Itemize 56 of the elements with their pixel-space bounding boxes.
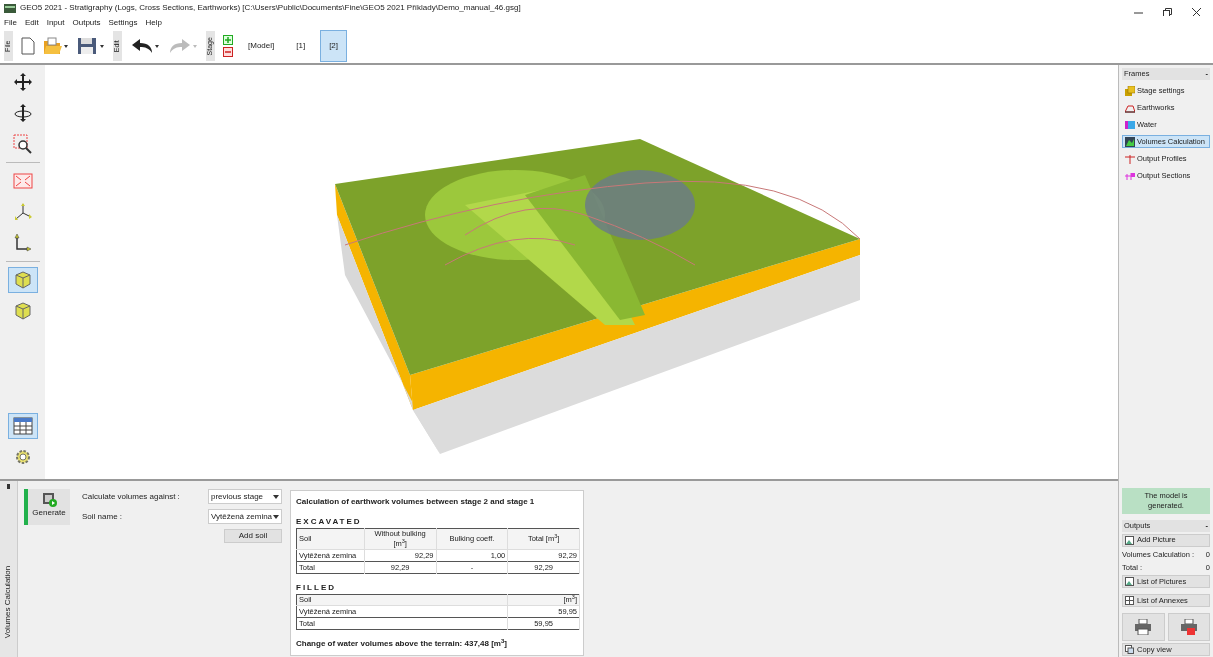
cube-icon	[12, 301, 33, 321]
grid-icon	[1125, 596, 1134, 605]
report-title: Calculation of earthwork volumes between stage 2 and stage 1	[296, 496, 536, 508]
stage-tab[interactable]: [2]	[320, 30, 348, 62]
3d-viewport[interactable]	[45, 65, 1118, 479]
window-title: GEO5 2021 - Stratigraphy (Logs, Cross Sections, Earthworks) [C:\Users\Public\Documents\Fine\GEO5 2021 Příklady\Demo_manual_46.gsg]	[20, 2, 521, 14]
generate-icon	[41, 491, 57, 507]
printer-icon	[1135, 619, 1152, 635]
new-file-icon[interactable]	[21, 37, 35, 55]
add-soil-button[interactable]: Add soil	[224, 529, 282, 543]
caret-icon	[273, 514, 279, 519]
fit-view-icon	[12, 171, 33, 191]
table-icon-button[interactable]	[7, 413, 38, 439]
section-heading: FILLED	[296, 582, 337, 594]
stage-tab[interactable]: [Model]	[241, 30, 282, 62]
volumes-icon	[1125, 136, 1135, 147]
field-label: Calculate volumes against :	[82, 490, 180, 503]
menu-item[interactable]: Edit	[24, 16, 39, 29]
menu-item[interactable]: File	[4, 16, 17, 29]
open-folder-icon[interactable]	[43, 37, 69, 55]
close-icon[interactable]	[1192, 7, 1201, 17]
restore-icon[interactable]	[1163, 7, 1172, 17]
app-icon	[4, 3, 16, 13]
profiles-icon	[1125, 153, 1135, 164]
generate-button[interactable]: Generate	[24, 489, 70, 525]
section-heading: EXCAVATED	[296, 516, 363, 528]
table-icon	[12, 416, 33, 436]
picture-icon	[1125, 535, 1134, 545]
zoom-icon	[12, 134, 33, 154]
add-stage-icon[interactable]	[223, 35, 233, 45]
axes-3d-icon	[12, 202, 33, 222]
copy-icon	[1125, 645, 1134, 654]
print-pdf-button[interactable]	[1167, 613, 1210, 641]
cube-icon	[12, 270, 33, 290]
menu-item[interactable]: Help	[145, 16, 162, 29]
printer-icon	[1180, 619, 1197, 635]
move-arrows-icon	[12, 72, 33, 92]
cube-icon-button[interactable]	[7, 267, 38, 293]
undo-icon[interactable]	[130, 37, 160, 55]
menu-item[interactable]: Settings	[108, 16, 138, 29]
stage-tab[interactable]: [1]	[289, 30, 313, 62]
print-button[interactable]	[1122, 613, 1165, 641]
axes-2d-icon	[12, 233, 33, 253]
water-change-text: Change of water volumes above the terrain: 437,48 [m$^{3}$]	[296, 638, 508, 650]
menu-item[interactable]: Outputs	[72, 16, 101, 29]
earthworks-icon	[1125, 102, 1135, 113]
water-icon	[1125, 119, 1135, 130]
menu-item[interactable]: Input	[46, 16, 65, 29]
rotate-icon	[12, 103, 33, 123]
field-label: Soil name :	[82, 510, 123, 523]
picture-icon	[1125, 577, 1134, 586]
save-icon[interactable]	[77, 37, 105, 55]
caret-icon	[273, 494, 279, 499]
remove-stage-icon[interactable]	[223, 47, 233, 57]
dropdown[interactable]: Vytěžená zemina	[208, 509, 282, 524]
dropdown[interactable]: previous stage	[208, 489, 282, 504]
